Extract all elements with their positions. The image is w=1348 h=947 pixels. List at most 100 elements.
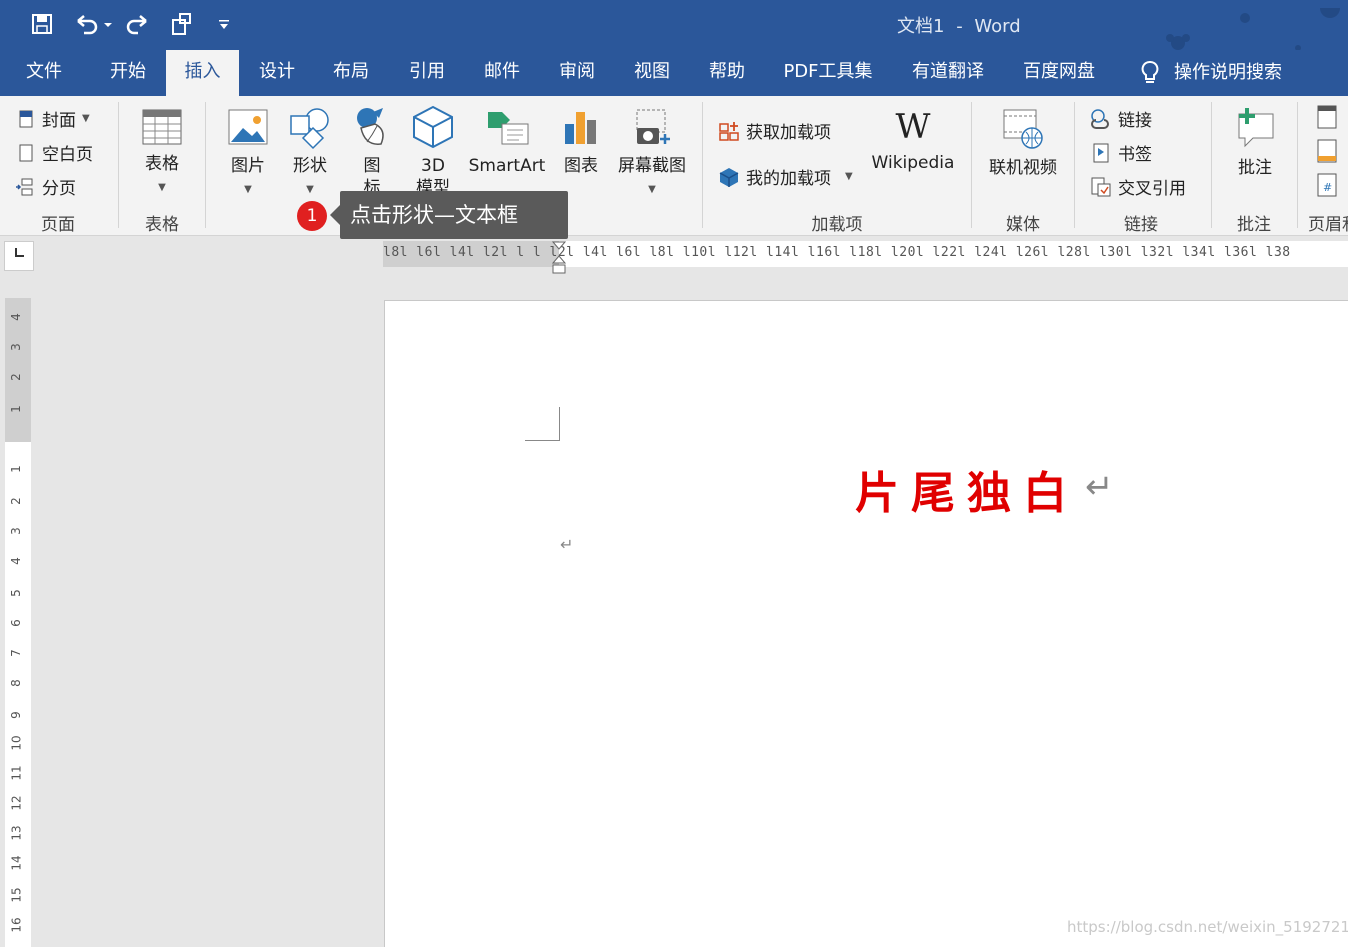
page-break-button[interactable]: 分页 [16, 174, 76, 199]
app-name: Word [974, 16, 1021, 37]
doc-name: 文档1 [897, 16, 945, 37]
document-page[interactable]: 片尾独白 ↵ ↵ [384, 300, 1348, 947]
paragraph-mark: ↵ [1085, 467, 1114, 507]
ribbon-insert: 封面 ▼ 空白页 分页 页面 表格 ▼ 表格 图片 ▼ 形状 ▼ 图 标 3D 模… [0, 96, 1348, 236]
group-separator [118, 102, 119, 228]
indent-marker-icon[interactable] [552, 241, 566, 275]
group-separator [1074, 102, 1075, 228]
my-addins-label: 我的加载项 [746, 169, 831, 189]
tab-file[interactable]: 文件 [8, 50, 80, 96]
store-icon [719, 121, 739, 141]
comment-label: 批注 [1238, 158, 1272, 178]
link-button[interactable]: 链接 [1090, 106, 1152, 131]
ruler-number: 13 [9, 825, 24, 841]
tab-review[interactable]: 审阅 [546, 50, 608, 96]
tab-help[interactable]: 帮助 [696, 50, 758, 96]
horizontal-ruler[interactable]: l8l l6l l4l l2l l l l2l l4l l6l l8l l10l… [383, 241, 1348, 274]
ruler-number: 4 [8, 557, 23, 565]
window-title: 文档1 - Word [897, 12, 1027, 38]
3d-models-button[interactable]: 3D 模型 [404, 104, 462, 199]
online-video-button[interactable]: 联机视频 [980, 106, 1066, 179]
screenshot-icon [636, 109, 670, 144]
screenshot-button[interactable]: 屏幕截图 ▼ [612, 106, 692, 197]
chevron-down-icon: ▼ [158, 182, 166, 193]
icons-label-line1: 图 [363, 156, 381, 176]
3d-model-icon [413, 105, 453, 149]
svg-text:#: # [1323, 181, 1332, 194]
chart-button[interactable]: 图表 [554, 106, 608, 177]
picture-button[interactable]: 图片 ▼ [220, 106, 276, 197]
smartart-button[interactable]: SmartArt [464, 106, 550, 177]
group-label-header-footer: 页眉和 [1308, 215, 1348, 235]
chevron-down-icon: ▼ [648, 184, 656, 195]
ribbon-tabs: 文件 开始 插入 设计 布局 引用 邮件 审阅 视图 帮助 PDF工具集 有道翻… [0, 50, 1348, 96]
ruler-number: 5 [8, 589, 23, 597]
undo-icon[interactable] [70, 10, 114, 38]
icons-button[interactable]: 图 标 [346, 104, 398, 199]
ruler-number: 2 [8, 373, 23, 381]
group-label-media: 媒体 [1006, 215, 1040, 235]
comment-icon [1238, 108, 1274, 148]
wikipedia-label: Wikipedia [871, 153, 955, 173]
table-button[interactable]: 表格 ▼ [128, 108, 196, 195]
cover-page-icon [19, 110, 33, 127]
tab-design[interactable]: 设计 [246, 50, 308, 96]
ruler-number: 9 [8, 711, 23, 719]
vertical-ruler[interactable]: 4 3 2 1 1 2 3 4 5 6 7 8 9 10 11 12 13 14… [5, 298, 31, 947]
tab-insert[interactable]: 插入 [166, 50, 239, 96]
bookmark-label: 书签 [1118, 145, 1152, 165]
tab-mailings[interactable]: 邮件 [471, 50, 533, 96]
blank-page-button[interactable]: 空白页 [16, 140, 93, 165]
shapes-label: 形状 [293, 156, 327, 176]
tab-selector-button[interactable] [4, 241, 34, 271]
left-tab-icon [15, 248, 24, 257]
page-break-label: 分页 [42, 179, 76, 199]
redo-icon[interactable] [124, 10, 152, 38]
tab-home[interactable]: 开始 [92, 50, 164, 96]
instruction-tooltip: 点击形状—文本框 [330, 191, 568, 239]
ruler-labels: l8l l6l l4l l2l l l l2l l4l l6l l8l l10l… [383, 245, 1291, 260]
my-addins-button[interactable]: 我的加载项 ▼ [718, 164, 853, 189]
tab-layout[interactable]: 布局 [320, 50, 382, 96]
wikipedia-button[interactable]: W Wikipedia [866, 108, 960, 174]
vertical-ruler-labels: 4 3 2 1 1 2 3 4 5 6 7 8 9 10 11 12 13 14… [5, 298, 31, 947]
tab-references[interactable]: 引用 [396, 50, 458, 96]
chart-icon [565, 112, 596, 144]
document-heading[interactable]: 片尾独白 [855, 457, 1079, 521]
ruler-number: 1 [8, 405, 23, 413]
tab-baidu-pan[interactable]: 百度网盘 [1015, 50, 1103, 96]
chevron-down-icon: ▼ [845, 171, 853, 182]
lightbulb-icon [1141, 61, 1159, 83]
tab-pdf-tools[interactable]: PDF工具集 [776, 50, 880, 96]
tell-me-label: 操作说明搜索 [1174, 62, 1282, 83]
cover-page-button[interactable]: 封面 ▼ [16, 106, 90, 131]
tab-youdao[interactable]: 有道翻译 [904, 50, 992, 96]
save-icon[interactable] [28, 10, 56, 38]
group-separator [1297, 102, 1298, 228]
table-label: 表格 [145, 154, 179, 174]
get-addins-button[interactable]: 获取加载项 [718, 118, 831, 143]
page-break-icon [16, 178, 33, 195]
group-separator [702, 102, 703, 228]
customize-qat-icon[interactable] [214, 10, 234, 38]
header-footer-icons[interactable]: # [1314, 104, 1348, 198]
smartart-label: SmartArt [468, 156, 546, 176]
online-video-label: 联机视频 [989, 158, 1057, 178]
bookmark-button[interactable]: 书签 [1090, 140, 1152, 165]
online-video-icon [1003, 109, 1043, 149]
blank-page-label: 空白页 [42, 145, 93, 165]
tab-view[interactable]: 视图 [621, 50, 683, 96]
comment-button[interactable]: 批注 [1222, 106, 1288, 179]
cross-reference-button[interactable]: 交叉引用 [1090, 174, 1186, 199]
shapes-button[interactable]: 形状 ▼ [282, 106, 338, 197]
format-painter-icon[interactable] [168, 10, 196, 38]
3d-models-label-line1: 3D [421, 156, 445, 176]
group-separator [205, 102, 206, 228]
blank-page-icon [19, 144, 33, 161]
ruler-number: 7 [8, 649, 23, 657]
tell-me-search[interactable]: 操作说明搜索 [1134, 50, 1304, 96]
ruler-number: 12 [9, 795, 24, 811]
chevron-down-icon: ▼ [82, 113, 90, 124]
watermark: https://blog.csdn.net/weixin_51927215 [1067, 918, 1348, 936]
ruler-number: 8 [8, 679, 23, 687]
